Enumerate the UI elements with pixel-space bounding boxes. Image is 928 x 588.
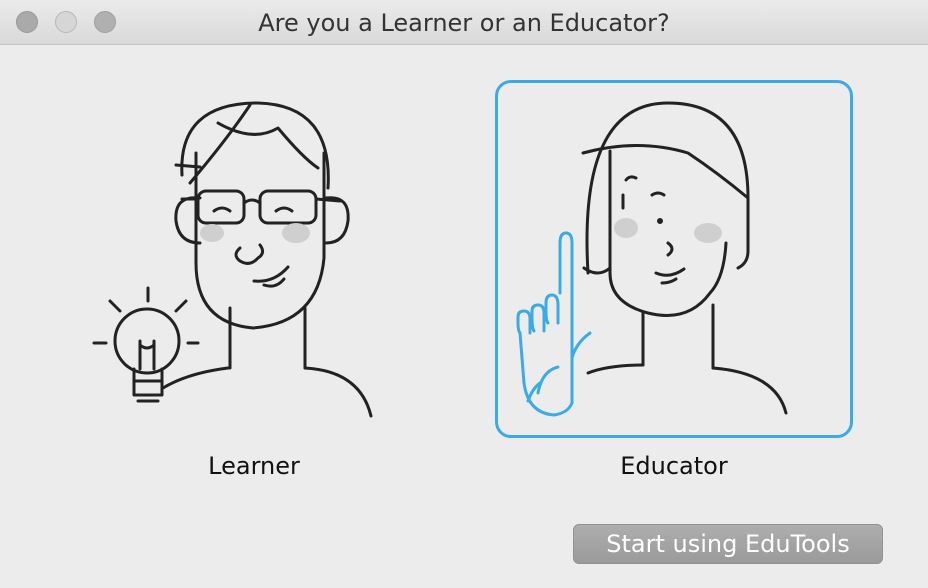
learner-illustration xyxy=(92,101,373,418)
educator-option-card[interactable] xyxy=(495,80,853,438)
start-using-edutools-button[interactable]: Start using EduTools xyxy=(573,524,883,564)
educator-label: Educator xyxy=(620,452,728,480)
role-selection-window: Are you a Learner or an Educator? Learne… xyxy=(0,0,928,588)
learner-option-card[interactable] xyxy=(75,80,433,438)
titlebar: Are you a Learner or an Educator? xyxy=(0,0,928,45)
learner-label: Learner xyxy=(208,452,300,480)
window-title: Are you a Learner or an Educator? xyxy=(258,9,670,37)
educator-illustration xyxy=(516,101,788,417)
